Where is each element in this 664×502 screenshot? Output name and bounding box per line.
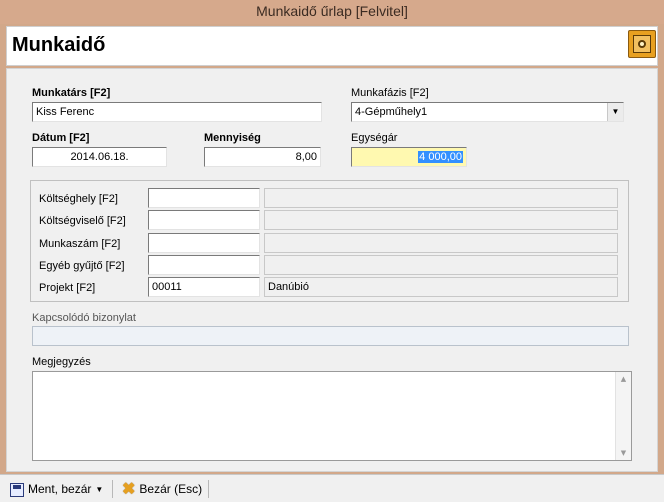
job-number-code[interactable] [148, 233, 260, 253]
cost-center-label: Költséghely [F2] [39, 193, 118, 205]
cost-center-code[interactable] [148, 188, 260, 208]
save-close-button[interactable]: Ment, bezár ▼ [10, 479, 103, 499]
cost-bearer-code[interactable] [148, 210, 260, 230]
notes-textarea[interactable]: ▲ ▼ [32, 371, 632, 461]
quantity-label: Mennyiség [204, 132, 261, 144]
unit-price-label: Egységár [351, 132, 398, 144]
quantity-field[interactable]: 8,00 [204, 147, 321, 167]
safe-icon[interactable] [628, 30, 656, 58]
scroll-down-icon[interactable]: ▼ [616, 446, 631, 460]
toolbar-divider [112, 480, 113, 498]
worker-field[interactable]: Kiss Ferenc [32, 102, 322, 122]
close-icon: ✖ [122, 480, 136, 498]
other-collector-name [264, 255, 618, 275]
phase-select[interactable]: 4-Gépműhely1 ▼ [351, 102, 624, 122]
toolbar-divider [208, 480, 209, 498]
close-label: Bezár (Esc) [139, 482, 203, 496]
other-collector-label: Egyéb gyűjtő [F2] [39, 260, 125, 272]
scroll-up-icon[interactable]: ▲ [616, 372, 631, 386]
phase-label: Munkafázis [F2] [351, 87, 429, 99]
chevron-down-icon[interactable]: ▼ [95, 485, 103, 494]
unit-price-field[interactable]: 4 000,00 [351, 147, 467, 167]
other-collector-code[interactable] [148, 255, 260, 275]
save-close-label: Ment, bezár [28, 482, 92, 496]
cost-center-name [264, 188, 618, 208]
form-header: Munkaidő [6, 26, 658, 66]
date-field[interactable]: 2014.06.18. [32, 147, 167, 167]
related-doc-label: Kapcsolódó bizonylat [32, 312, 136, 324]
form-panel: Munkatárs [F2] Kiss Ferenc Munkafázis [F… [6, 68, 658, 472]
job-number-name [264, 233, 618, 253]
page-title: Munkaidő [12, 34, 106, 56]
project-label: Projekt [F2] [39, 282, 96, 294]
chevron-down-icon[interactable]: ▼ [607, 103, 623, 121]
notes-scrollbar[interactable]: ▲ ▼ [615, 372, 631, 460]
close-button[interactable]: ✖ Bezár (Esc) [122, 479, 202, 499]
date-label: Dátum [F2] [32, 132, 90, 144]
safe-dial [638, 40, 646, 48]
related-doc-field[interactable] [32, 326, 629, 346]
save-icon [10, 482, 24, 497]
worker-label: Munkatárs [F2] [32, 87, 111, 99]
bottom-toolbar: Ment, bezár ▼ ✖ Bezár (Esc) [0, 474, 664, 502]
project-code[interactable]: 00011 [148, 277, 260, 297]
phase-value: 4-Gépműhely1 [355, 106, 428, 118]
notes-label: Megjegyzés [32, 356, 91, 368]
cost-bearer-name [264, 210, 618, 230]
cost-bearer-label: Költségviselő [F2] [39, 215, 126, 227]
project-name: Danúbió [264, 277, 618, 297]
window-title: Munkaidő űrlap [Felvitel] [0, 0, 664, 24]
unit-price-value: 4 000,00 [418, 151, 463, 163]
job-number-label: Munkaszám [F2] [39, 238, 121, 250]
